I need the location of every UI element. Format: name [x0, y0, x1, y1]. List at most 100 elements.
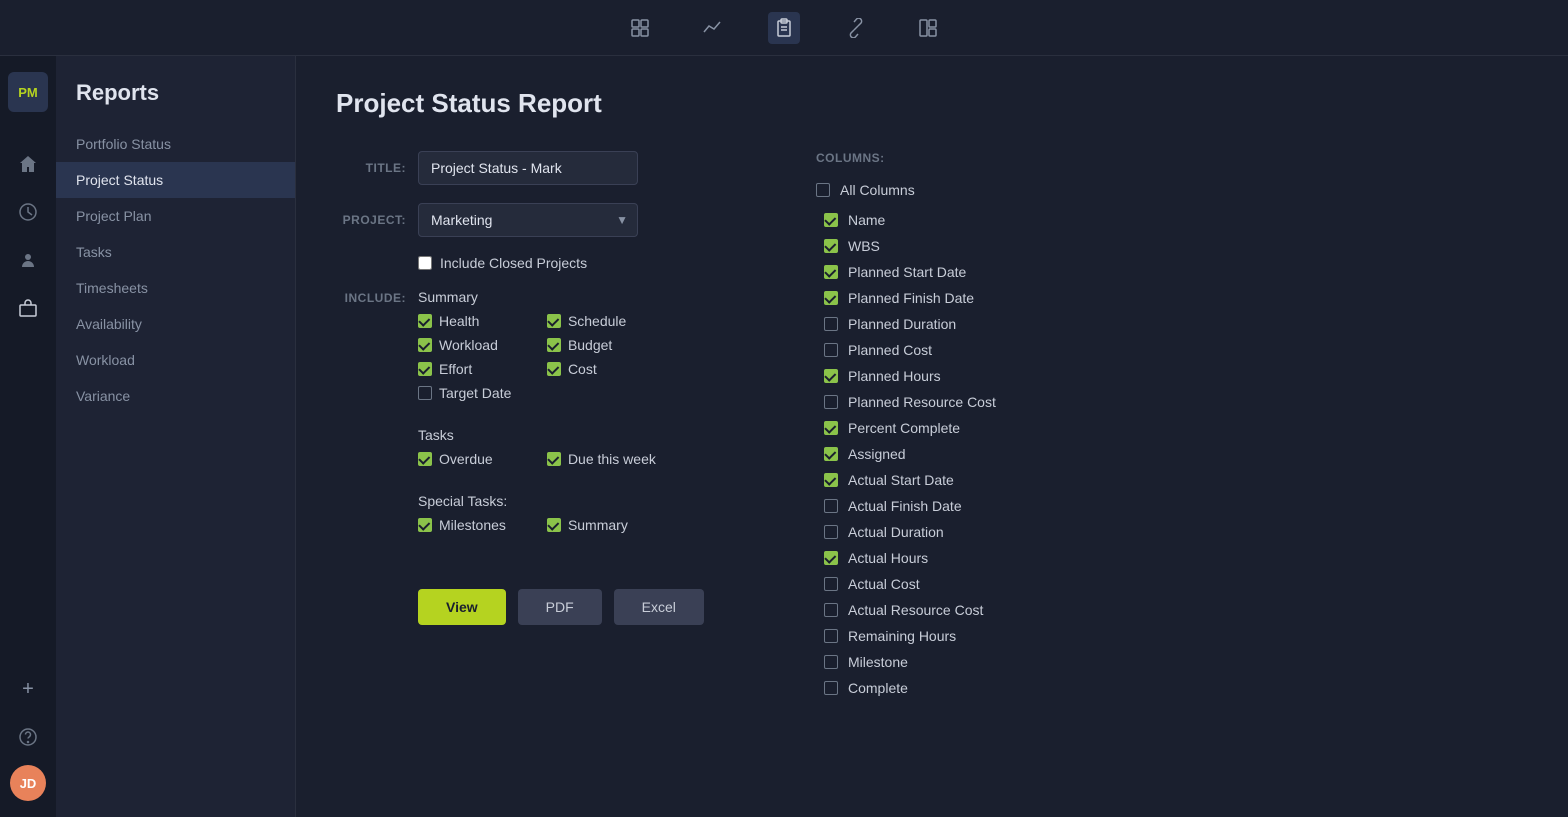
- sidebar-item-workload[interactable]: Workload: [56, 342, 295, 378]
- home-nav-icon[interactable]: [8, 144, 48, 184]
- view-button[interactable]: View: [418, 589, 506, 625]
- column-actual-resource-cost[interactable]: Actual Resource Cost: [816, 597, 1132, 623]
- team-nav-icon[interactable]: [8, 240, 48, 280]
- link-icon[interactable]: [840, 12, 872, 44]
- include-cost[interactable]: Cost: [547, 361, 656, 377]
- sidebar: Reports Portfolio Status Project Status …: [56, 56, 296, 817]
- content-area: Project Status Report TITLE: PROJECT: Ma…: [296, 56, 1568, 817]
- column-planned-finish[interactable]: Planned Finish Date: [816, 285, 1132, 311]
- column-remaining-hours[interactable]: Remaining Hours: [816, 623, 1132, 649]
- layout-icon[interactable]: [912, 12, 944, 44]
- col-remaining-hours-icon: [824, 629, 838, 643]
- workload-checkbox-icon: [418, 338, 432, 352]
- due-this-week-label: Due this week: [568, 451, 656, 467]
- column-percent-complete[interactable]: Percent Complete: [816, 415, 1132, 441]
- col-actual-finish-icon: [824, 499, 838, 513]
- title-label: TITLE:: [336, 161, 406, 175]
- column-planned-cost[interactable]: Planned Cost: [816, 337, 1132, 363]
- columns-label: COLUMNS:: [816, 151, 1136, 165]
- sidebar-item-tasks[interactable]: Tasks: [56, 234, 295, 270]
- milestones-label: Milestones: [439, 517, 506, 533]
- column-name[interactable]: Name: [816, 207, 1132, 233]
- title-input[interactable]: [418, 151, 638, 185]
- include-budget[interactable]: Budget: [547, 337, 656, 353]
- column-complete[interactable]: Complete: [816, 675, 1132, 697]
- clipboard-icon[interactable]: [768, 12, 800, 44]
- include-closed-checkbox[interactable]: [418, 256, 432, 270]
- target-date-label: Target Date: [439, 385, 511, 401]
- col-actual-resource-cost-icon: [824, 603, 838, 617]
- col-planned-cost-icon: [824, 343, 838, 357]
- include-label: INCLUDE:: [336, 289, 406, 305]
- effort-label: Effort: [439, 361, 472, 377]
- col-complete-icon: [824, 681, 838, 695]
- overdue-checkbox-icon: [418, 452, 432, 466]
- include-due-this-week[interactable]: Due this week: [547, 451, 656, 467]
- target-date-checkbox-icon: [418, 386, 432, 400]
- column-planned-duration[interactable]: Planned Duration: [816, 311, 1132, 337]
- all-columns-label: All Columns: [840, 182, 915, 198]
- include-overdue[interactable]: Overdue: [418, 451, 527, 467]
- include-summary[interactable]: Summary: [547, 517, 656, 533]
- col-actual-cost-icon: [824, 577, 838, 591]
- include-milestones[interactable]: Milestones: [418, 517, 527, 533]
- column-actual-hours[interactable]: Actual Hours: [816, 545, 1132, 571]
- chart-icon[interactable]: [696, 12, 728, 44]
- col-planned-duration-icon: [824, 317, 838, 331]
- overdue-label: Overdue: [439, 451, 493, 467]
- all-columns-checkbox-icon: [816, 183, 830, 197]
- col-planned-hours-icon: [824, 369, 838, 383]
- milestones-checkbox-icon: [418, 518, 432, 532]
- columns-list: All Columns Name WBS Planned Start Date: [816, 177, 1136, 697]
- col-actual-duration-icon: [824, 525, 838, 539]
- col-wbs-icon: [824, 239, 838, 253]
- sidebar-item-project-status[interactable]: Project Status: [56, 162, 295, 198]
- schedule-checkbox-icon: [547, 314, 561, 328]
- include-health[interactable]: Health: [418, 313, 527, 329]
- budget-checkbox-icon: [547, 338, 561, 352]
- column-actual-duration[interactable]: Actual Duration: [816, 519, 1132, 545]
- summary-label: Summary: [568, 517, 628, 533]
- excel-button[interactable]: Excel: [614, 589, 704, 625]
- col-actual-start-icon: [824, 473, 838, 487]
- pdf-button[interactable]: PDF: [518, 589, 602, 625]
- page-title: Project Status Report: [336, 88, 1528, 119]
- include-schedule[interactable]: Schedule: [547, 313, 656, 329]
- column-planned-start[interactable]: Planned Start Date: [816, 259, 1132, 285]
- column-actual-finish[interactable]: Actual Finish Date: [816, 493, 1132, 519]
- include-effort[interactable]: Effort: [418, 361, 527, 377]
- project-label: PROJECT:: [336, 213, 406, 227]
- col-planned-resource-cost-icon: [824, 395, 838, 409]
- column-assigned[interactable]: Assigned: [816, 441, 1132, 467]
- column-planned-resource-cost[interactable]: Planned Resource Cost: [816, 389, 1132, 415]
- col-planned-finish-icon: [824, 291, 838, 305]
- budget-label: Budget: [568, 337, 612, 353]
- column-wbs[interactable]: WBS: [816, 233, 1132, 259]
- add-nav-icon[interactable]: +: [8, 669, 48, 709]
- include-workload[interactable]: Workload: [418, 337, 527, 353]
- briefcase-nav-icon[interactable]: [8, 288, 48, 328]
- action-buttons: View PDF Excel: [418, 589, 756, 625]
- sidebar-item-availability[interactable]: Availability: [56, 306, 295, 342]
- app-logo[interactable]: PM: [8, 72, 48, 112]
- include-target-date[interactable]: Target Date: [418, 385, 527, 401]
- health-label: Health: [439, 313, 479, 329]
- column-planned-hours[interactable]: Planned Hours: [816, 363, 1132, 389]
- sidebar-item-portfolio-status[interactable]: Portfolio Status: [56, 126, 295, 162]
- sidebar-item-variance[interactable]: Variance: [56, 378, 295, 414]
- schedule-label: Schedule: [568, 313, 626, 329]
- sidebar-item-timesheets[interactable]: Timesheets: [56, 270, 295, 306]
- project-select[interactable]: Marketing Development Design Sales: [418, 203, 638, 237]
- sidebar-item-project-plan[interactable]: Project Plan: [56, 198, 295, 234]
- column-actual-cost[interactable]: Actual Cost: [816, 571, 1132, 597]
- column-milestone[interactable]: Milestone: [816, 649, 1132, 675]
- column-actual-start[interactable]: Actual Start Date: [816, 467, 1132, 493]
- toolbar: [0, 0, 1568, 56]
- clock-nav-icon[interactable]: [8, 192, 48, 232]
- avatar[interactable]: JD: [10, 765, 46, 801]
- summary-checkbox-icon: [547, 518, 561, 532]
- help-nav-icon[interactable]: [8, 717, 48, 757]
- search-zoom-icon[interactable]: [624, 12, 656, 44]
- tasks-group-title: Tasks: [418, 427, 656, 443]
- column-all-columns[interactable]: All Columns: [816, 177, 1132, 203]
